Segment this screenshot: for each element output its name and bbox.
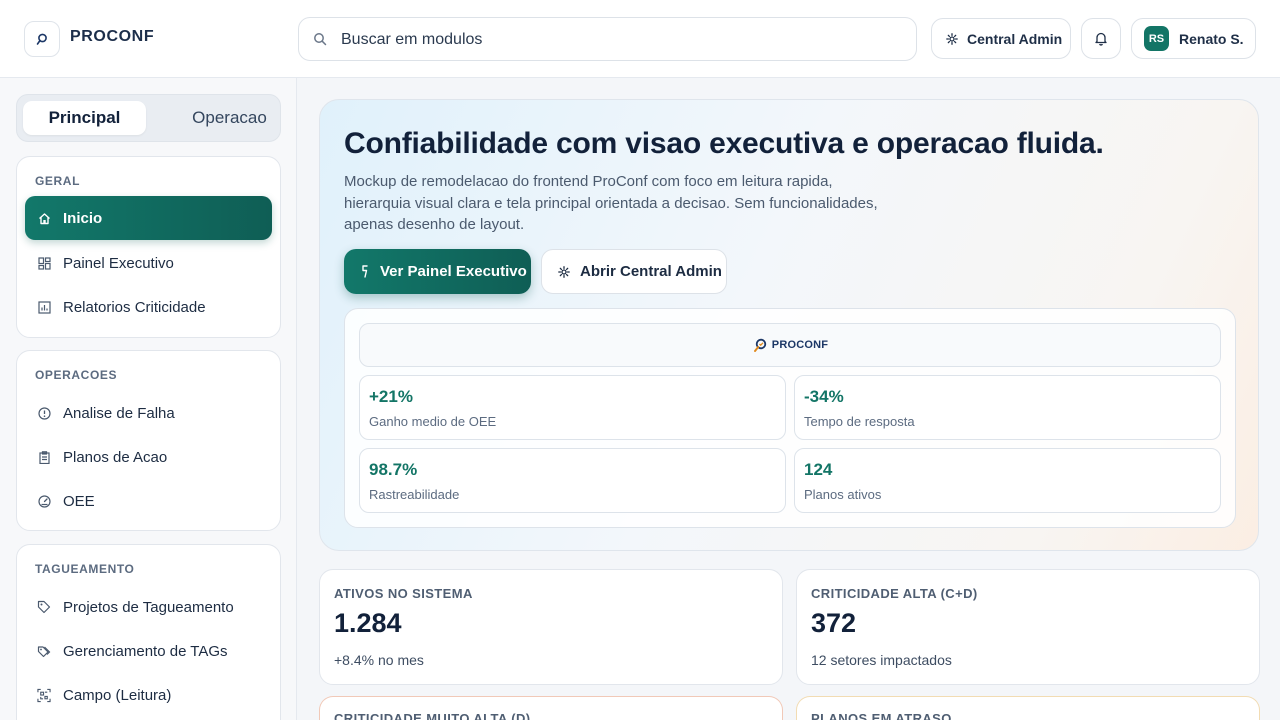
search-input[interactable] [341,28,901,52]
kpi-card-ativos: ATIVOS NO SISTEMA 1.284 +8.4% no mes [319,569,783,685]
stat-card: 98.7% Rastreabilidade [359,448,786,513]
nav-section-title: OPERACOES [35,368,118,382]
sidebar-tabs: Principal Operacao [16,94,281,142]
stat-card: +21% Ganho medio de OEE [359,375,786,440]
search-bar[interactable] [298,17,917,61]
hero-panel: Confiabilidade com visao executiva e ope… [319,99,1259,551]
stat-card: -34% Tempo de resposta [794,375,1221,440]
kpi-card-criticidade-alta: CRITICIDADE ALTA (C+D) 372 12 setores im… [796,569,1260,685]
kpi-value: 372 [811,608,857,638]
sidebar-item-label: Gerenciamento de TAGs [63,642,228,660]
kpi-title: CRITICIDADE MUITO ALTA (D) [334,711,531,720]
alert-circle-icon [37,406,51,420]
gauge-icon [37,494,51,508]
search-icon [314,33,327,46]
user-name: Renato S. [1179,30,1244,47]
stat-value: +21% [369,387,413,406]
notifications-button[interactable] [1081,18,1121,59]
sidebar-item-relatorios-criticidade[interactable]: Relatorios Criticidade [25,285,272,329]
sidebar-item-label: Painel Executivo [63,254,174,272]
executive-preview: PROCONF +21% Ganho medio de OEE -34% Tem… [344,308,1236,528]
stat-label: Ganho medio de OEE [369,414,497,429]
sidebar: Principal Operacao GERAL Inicio Painel E… [0,78,297,720]
sidebar-item-label: Planos de Acao [63,448,168,466]
stat-value: 98.7% [369,460,418,479]
logo-icon [36,33,47,45]
kpi-value: 1.284 [334,608,402,638]
nav-section-title: GERAL [35,174,80,188]
central-admin-label: Central Admin [967,30,1063,47]
clipboard-icon [37,450,51,464]
top-bar: PROCONF Central Admin RS Renato S. [0,0,1280,78]
nav-section-geral: GERAL Inicio Painel Executivo Relatorios… [16,156,281,338]
kpi-card-planos-em-atraso: PLANOS EM ATRASO [796,696,1260,720]
sidebar-item-oee[interactable]: OEE [25,479,272,523]
kpi-title: CRITICIDADE ALTA (C+D) [811,586,978,601]
gear-icon [946,32,958,45]
preview-logo: PROCONF [359,323,1221,367]
home-icon [37,211,51,225]
app-logo[interactable] [24,21,60,57]
brand-name: PROCONF [70,28,155,45]
nav-section-tagueamento: TAGUEAMENTO Projetos de Tagueamento Gere… [16,544,281,720]
sidebar-item-painel-executivo[interactable]: Painel Executivo [25,241,272,285]
sidebar-item-campo-leitura[interactable]: Campo (Leitura) [25,673,272,717]
avatar: RS [1144,26,1169,51]
user-menu[interactable]: RS Renato S. [1131,18,1256,59]
abrir-central-admin-button[interactable]: Abrir Central Admin [541,249,727,294]
sidebar-item-label: Relatorios Criticidade [63,298,206,316]
nav-section-title: TAGUEAMENTO [35,562,135,576]
bell-icon [1095,32,1107,46]
preview-logo-text: PROCONF [771,339,829,351]
sidebar-item-projetos-de-tagueamento[interactable]: Projetos de Tagueamento [25,585,272,629]
sidebar-item-analise-de-falha[interactable]: Analise de Falha [25,391,272,435]
kpi-detail: 12 setores impactados [811,652,952,668]
kpi-title: ATIVOS NO SISTEMA [334,586,473,601]
sidebar-item-inicio[interactable]: Inicio [25,196,272,240]
stat-value: -34% [804,387,844,406]
button-label: Ver Painel Executivo [380,263,527,280]
dashboard-icon [37,256,51,270]
sidebar-item-gerenciamento-de-tags[interactable]: Gerenciamento de TAGs [25,629,272,673]
sidebar-item-label: Projetos de Tagueamento [63,598,234,616]
gear-icon [558,265,570,278]
stat-label: Tempo de resposta [804,414,915,429]
sidebar-item-planos-de-acao[interactable]: Planos de Acao [25,435,272,479]
stat-label: Rastreabilidade [369,487,460,502]
sidebar-item-label: Inicio [63,209,103,227]
page-title: Confiabilidade com visao executiva e ope… [344,127,1104,160]
tab-operacao[interactable]: Operacao [168,101,291,135]
stat-value: 124 [804,460,833,479]
nav-section-operacoes: OPERACOES Analise de Falha Planos de Aca… [16,350,281,531]
sidebar-item-label: Campo (Leitura) [63,686,172,704]
hero-subtitle: Mockup de remodelacao do frontend ProCon… [344,173,878,233]
bar-chart-icon [37,300,51,314]
tab-principal[interactable]: Principal [23,101,146,135]
qr-scan-icon [37,688,51,702]
bolt-icon [362,265,368,278]
stat-label: Planos ativos [804,487,882,502]
kpi-detail: +8.4% no mes [334,652,424,668]
proconf-logo-icon [753,338,766,352]
sidebar-item-label: Analise de Falha [63,404,175,422]
tags-icon [37,644,51,658]
stat-card: 124 Planos ativos [794,448,1221,513]
button-label: Abrir Central Admin [580,263,722,280]
kpi-card-criticidade-muito-alta: CRITICIDADE MUITO ALTA (D) [319,696,783,720]
tag-icon [37,600,51,614]
kpi-title: PLANOS EM ATRASO [811,711,952,720]
ver-painel-executivo-button[interactable]: Ver Painel Executivo [344,249,531,294]
central-admin-button[interactable]: Central Admin [931,18,1071,59]
sidebar-item-label: OEE [63,492,95,510]
